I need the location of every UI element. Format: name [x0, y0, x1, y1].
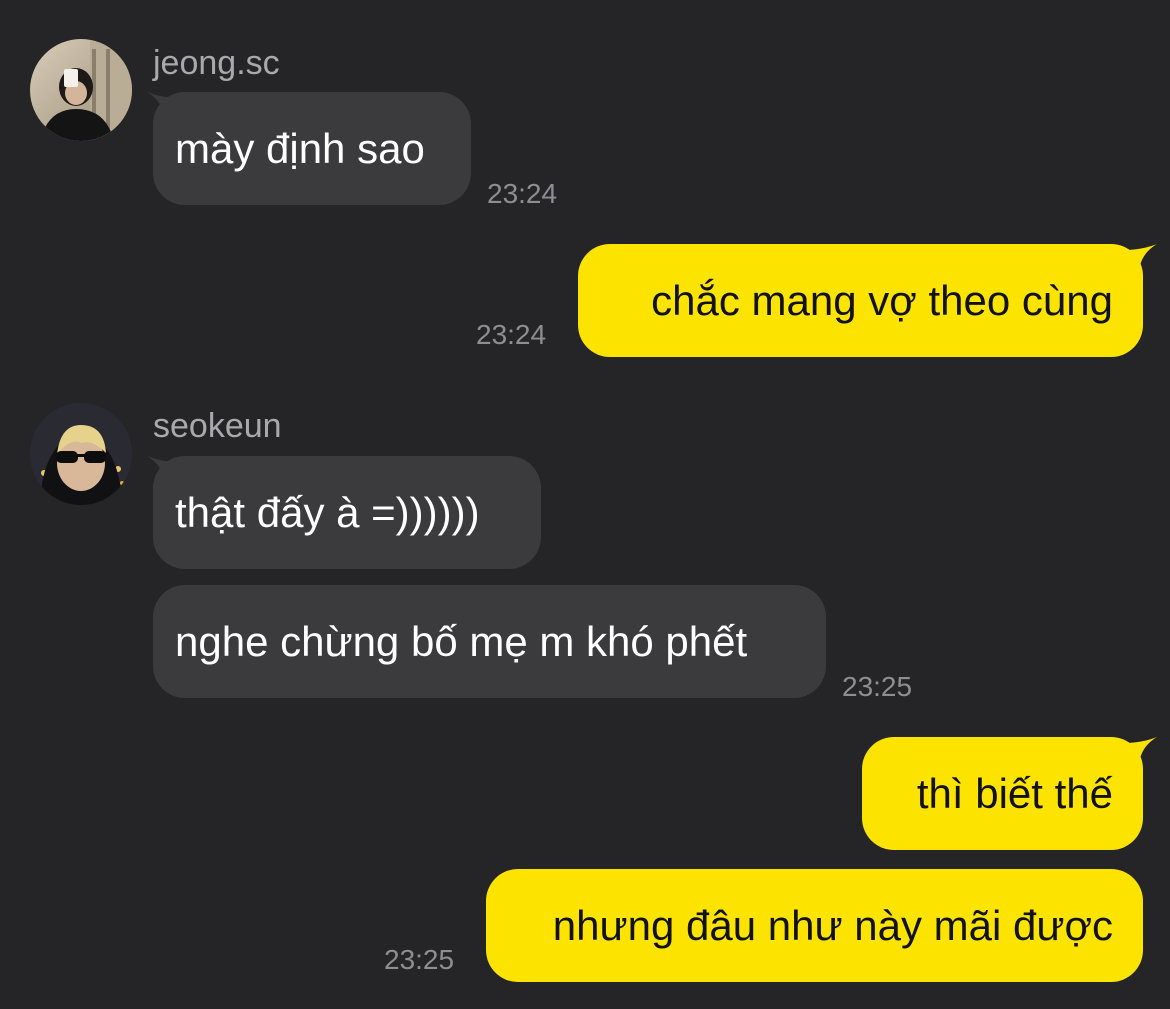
message-bubble-outgoing[interactable]: chắc mang vợ theo cùng — [578, 244, 1143, 357]
message-text: thì biết thế — [916, 770, 1113, 817]
message-text: thật đấy à =)))))) — [175, 489, 480, 536]
message-text: nhưng đâu như này mãi được — [552, 902, 1113, 949]
message-bubble-outgoing[interactable]: nhưng đâu như này mãi được — [486, 869, 1143, 982]
avatar-jeong-sc[interactable] — [30, 39, 132, 141]
message-text: nghe chừng bố mẹ m khó phết — [175, 618, 748, 665]
message-bubble-incoming[interactable]: thật đấy à =)))))) — [153, 456, 541, 569]
message-timestamp: 23:24 — [476, 319, 547, 350]
message-text: mày định sao — [175, 125, 425, 172]
message-text: chắc mang vợ theo cùng — [651, 277, 1113, 324]
avatar-seokeun[interactable] — [30, 403, 132, 505]
avatar-photo-icon — [30, 403, 132, 505]
sender-name: seokeun — [153, 407, 282, 445]
sender-name: jeong.sc — [153, 44, 280, 82]
message-bubble-incoming[interactable]: nghe chừng bố mẹ m khó phết — [153, 585, 826, 698]
message-timestamp: 23:25 — [842, 671, 913, 702]
message-timestamp: 23:25 — [384, 944, 455, 975]
message-bubble-outgoing[interactable]: thì biết thế — [862, 737, 1143, 850]
message-bubble-incoming[interactable]: mày định sao — [153, 92, 471, 205]
message-timestamp: 23:24 — [487, 178, 558, 209]
avatar-photo-icon — [30, 39, 132, 141]
